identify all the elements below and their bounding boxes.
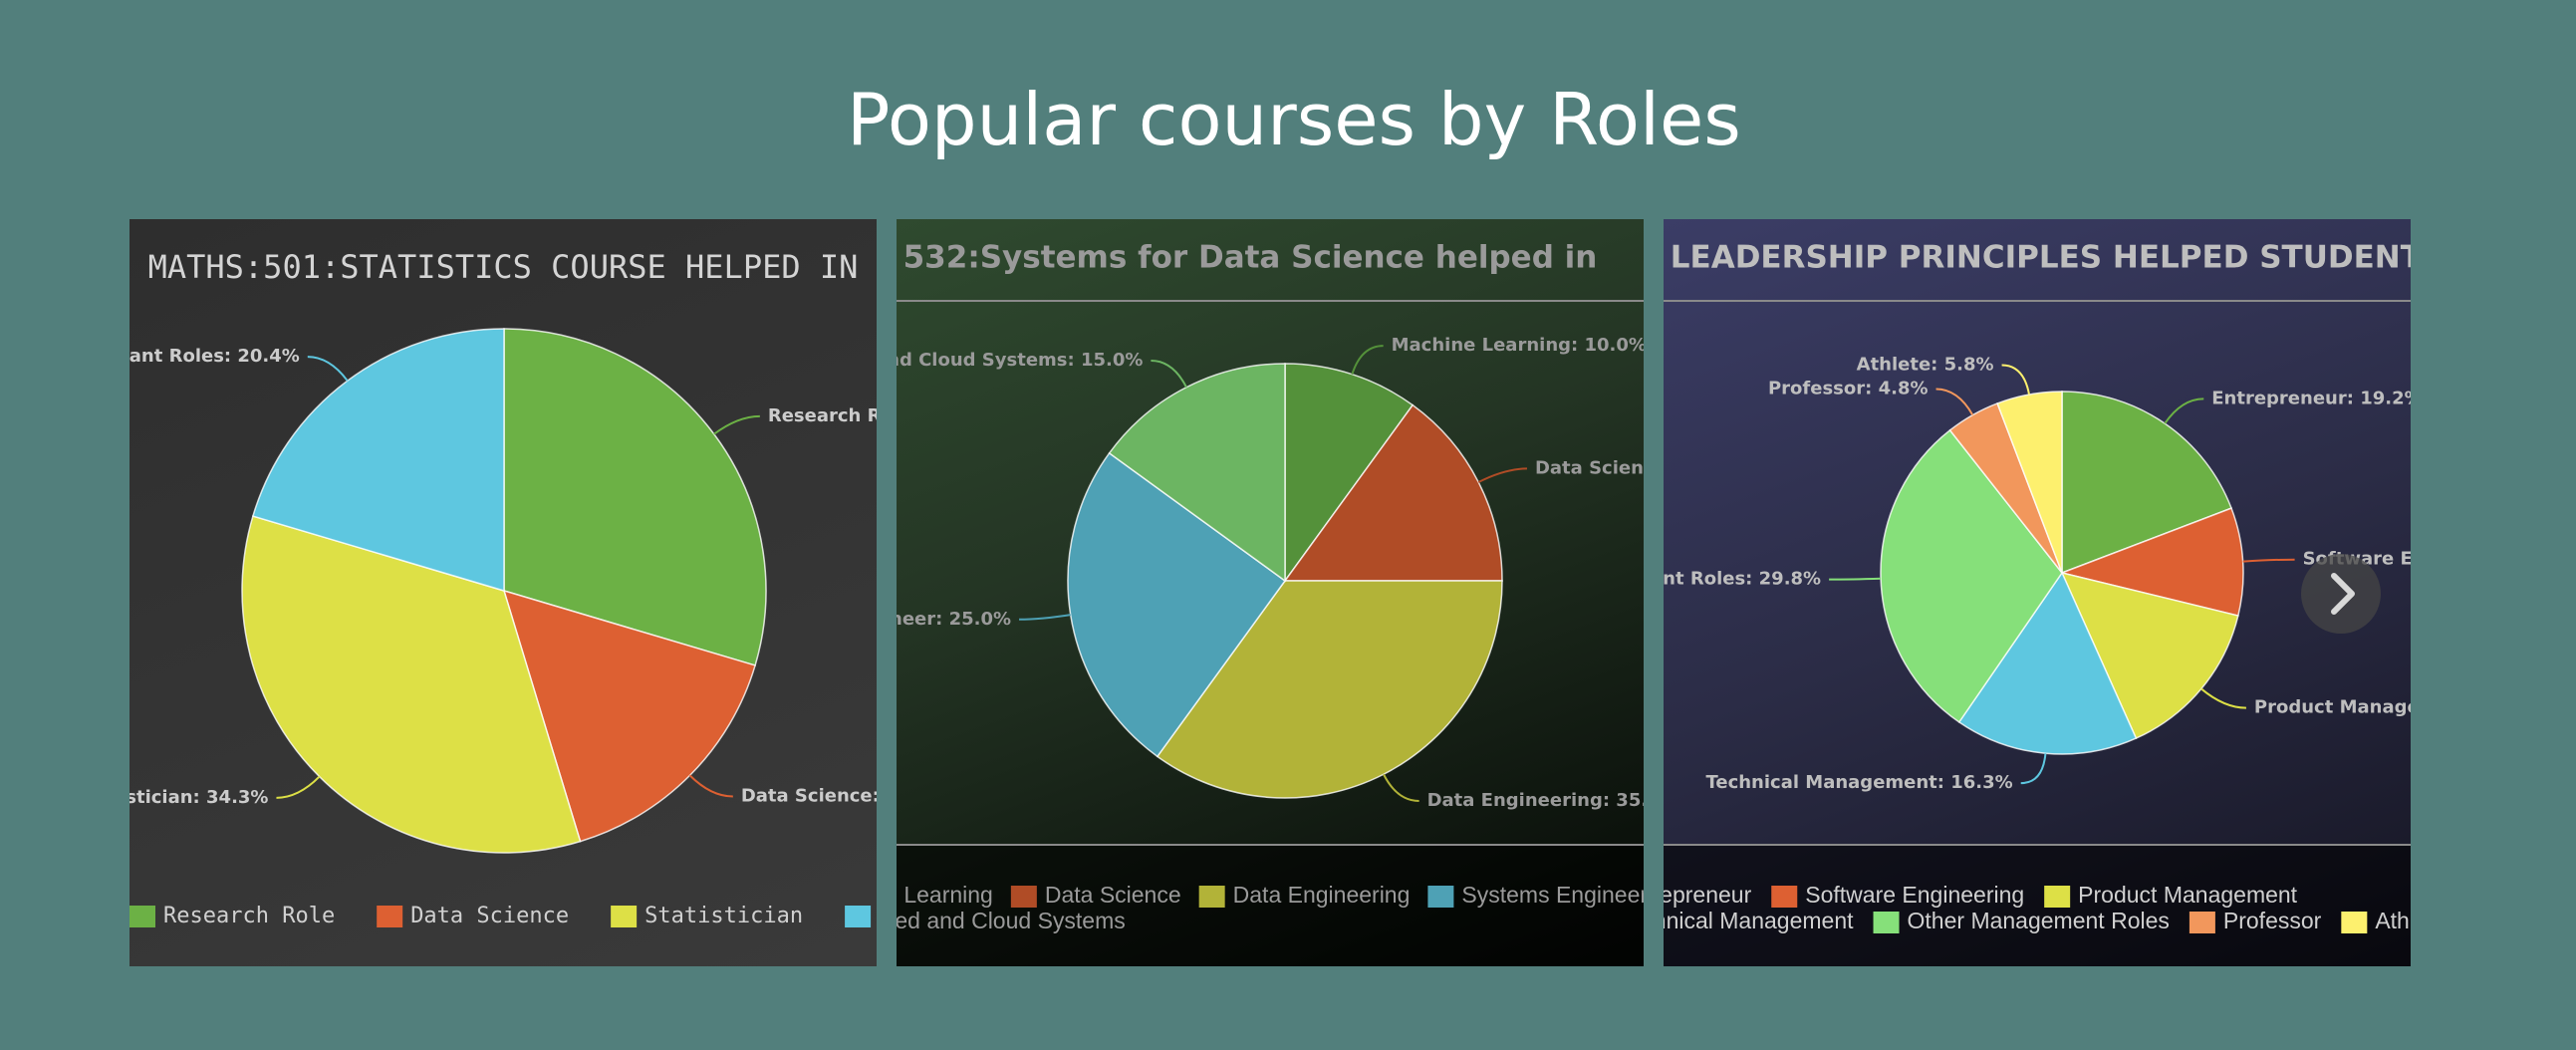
leader-line-quant-roles [307,356,349,382]
leader-line-professor [1935,388,1974,416]
legend-item-distributed-and-cloud-systems[interactable]: Distributed and Cloud Systems [897,908,1126,933]
chevron-right-icon [2331,573,2355,615]
legend-item-entrepreneur[interactable]: Entrepreneur [1664,882,1752,908]
leader-line-machine-learning [1351,345,1384,375]
legend-swatch-data-engineering [1198,886,1225,908]
leader-line-data-engineering [1383,773,1419,802]
data-label-other-management-roles: Other Management Roles: 29.8% [1664,569,1821,590]
systems-pie-chart: 532:Systems for Data Science helped in Ma… [897,240,1644,966]
legend-swatch-software-engineering [1771,886,1798,908]
legend-item-software-engineering[interactable]: Software Engineering [1805,882,2024,908]
data-label-statistician: Statistician: 34.3% [129,787,268,808]
legend-swatch-research-role [129,906,155,927]
data-label-systems-engineer: Systems Engineer: 25.0% [897,609,1011,630]
legend-item-machine-learning[interactable]: Machine Learning [897,882,993,908]
legend-swatch-data-science [377,906,403,927]
legend-swatch-data-science [1010,886,1037,908]
leader-line-statistician [276,775,321,799]
leader-line-technical-management [2020,753,2047,785]
chart-title: 532:Systems for Data Science helped in [903,240,1598,276]
legend-item-other-management-roles[interactable]: Other Management Roles [1908,908,2170,933]
legend-swatch-athlete [2341,912,2368,933]
statistics-pie-chart: MATHS:501:STATISTICS COURSE HELPED IN Res… [129,248,877,928]
legend-item-data-science[interactable]: Data Science [1045,882,1181,908]
chart-title: MATHS:501:STATISTICS COURSE HELPED IN [148,248,859,286]
data-label-athlete: Athlete: 5.8% [1857,355,1994,376]
legend-swatch-statistician [611,906,638,927]
chart-panel-statistics: MATHS:501:STATISTICS COURSE HELPED IN Res… [129,219,877,966]
data-label-distributed-and-cloud-systems: Distributed and Cloud Systems: 15.0% [897,350,1143,371]
page-title: Popular courses by Roles [847,78,1741,161]
legend-item-professor[interactable]: Professor [2223,908,2322,933]
data-label-entrepreneur: Entrepreneur: 19.2% [2211,388,2411,408]
leader-line-systems-engineer [1019,614,1071,621]
legend-item-systems-engineer[interactable]: Systems Engineer [1461,882,1644,908]
data-label-quant-roles: Quant Roles: 20.4% [129,346,300,367]
leadership-pie-chart: LEADERSHIP PRINCIPLES HELPED STUDENTS Ent… [1664,240,2411,966]
legend-item-product-management[interactable]: Product Management [2078,882,2298,908]
leader-line-entrepreneur [2164,397,2204,424]
legend-swatch-other-management-roles [1873,912,1900,933]
data-label-technical-management: Technical Management: 16.3% [1705,772,2012,793]
legend-item-athlete[interactable]: Athlete [2375,908,2411,933]
data-label-data-engineering: Data Engineering: 35.0% [1427,790,1644,811]
legend-swatch-professor [2189,912,2215,933]
leader-line-research-role [713,414,760,435]
leader-line-product-management [2200,687,2246,709]
chart-panel-systems: 532:Systems for Data Science helped in Ma… [897,219,1644,966]
leader-line-distributed-and-cloud-systems [1151,360,1187,389]
carousel-next-button[interactable] [2301,554,2381,634]
legend-item-data-engineering[interactable]: Data Engineering [1233,882,1411,908]
leader-line-software-engineering [2242,558,2295,563]
leader-line-athlete [2001,364,2031,395]
leader-line-data-science [1477,467,1527,483]
data-label-professor: Professor: 4.8% [1768,379,1929,399]
data-label-machine-learning: Machine Learning: 10.0% [1392,335,1644,356]
chart-title: LEADERSHIP PRINCIPLES HELPED STUDENTS [1671,240,2411,276]
legend-swatch-product-management [2044,886,2071,908]
data-label-data-science: Data Science: 15.0% [1535,457,1644,478]
legend-item-data-science[interactable]: Data Science [410,904,569,928]
data-label-data-science: Data Science: 15.7% [741,786,877,807]
legend-item-research-role[interactable]: Research Role [163,904,335,928]
chart-panel-leadership: LEADERSHIP PRINCIPLES HELPED STUDENTS Ent… [1664,219,2411,966]
legend-item-technical-management[interactable]: Technical Management [1664,908,1854,933]
legend-swatch-quant-roles [845,906,872,927]
leader-line-other-management-roles [1829,577,1882,581]
leader-line-data-science [688,774,733,798]
legend-swatch-systems-engineer [1427,886,1454,908]
legend-item-statistician[interactable]: Statistician [644,904,803,928]
data-label-research-role: Research Role: 29.6% [768,405,877,426]
data-label-product-management: Product Management: 14.5% [2254,697,2411,718]
